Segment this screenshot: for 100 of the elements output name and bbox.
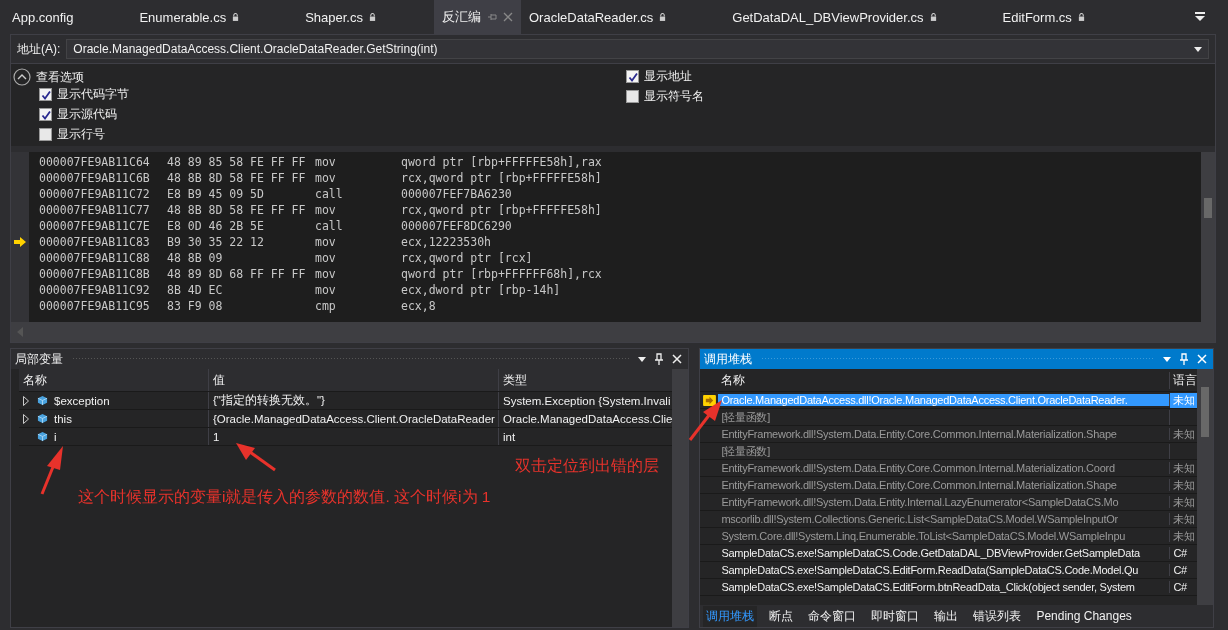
code-address: 000007FE9AB11C64 bbox=[39, 155, 151, 169]
scrollbar[interactable] bbox=[1201, 152, 1215, 322]
stack-frame-row[interactable]: EntityFramework.dll!System.Data.Entity.Core.Common.Internal.Materialization.Shape 未知 bbox=[700, 426, 1198, 443]
code-address: 000007FE9AB11C77 bbox=[39, 203, 151, 217]
code-mnemonic: mov bbox=[315, 155, 337, 169]
code-mnemonic: mov bbox=[315, 235, 337, 249]
code-operands: qword ptr [rbp+FFFFFF68h],rcx bbox=[401, 267, 602, 281]
annotation-text: 双击定位到出错的层 bbox=[515, 456, 659, 476]
annotation-arrow bbox=[236, 443, 276, 472]
document-tab[interactable]: App.config bbox=[4, 0, 82, 34]
variable-name: i bbox=[54, 430, 57, 443]
code-bytes: E8 0D 46 2B 5E bbox=[167, 219, 265, 233]
cube-icon bbox=[37, 413, 48, 424]
tool-window-tab[interactable]: 输出 bbox=[931, 605, 962, 627]
checkbox-label: 显示代码字节 bbox=[57, 86, 129, 103]
expand-icon[interactable] bbox=[23, 395, 29, 406]
column-header[interactable]: 类型 bbox=[499, 369, 673, 391]
code-bytes: 48 8B 8D 58 FE FF FF bbox=[167, 203, 307, 217]
code-bytes: E8 B9 45 09 5D bbox=[167, 187, 265, 201]
code-mnemonic: mov bbox=[315, 251, 337, 265]
checkbox[interactable] bbox=[626, 70, 639, 83]
document-tab[interactable]: OracleDataReader.cs bbox=[521, 0, 675, 34]
code-address: 000007FE9AB11C88 bbox=[39, 251, 151, 265]
dropdown-icon[interactable] bbox=[638, 356, 647, 362]
stack-frame-row[interactable]: EntityFramework.dll!System.Data.Entity.Core.Common.Internal.Materialization.Shape 未知 bbox=[700, 477, 1198, 494]
scrollbar[interactable] bbox=[1197, 369, 1214, 605]
document-tab[interactable]: GetDataDAL_DBViewProvider.cs bbox=[724, 0, 945, 34]
document-tab[interactable]: Enumerable.cs bbox=[131, 0, 248, 34]
table-cell-text: System.Exception {System.Invali bbox=[502, 393, 672, 409]
code-address: 000007FE9AB11C83 bbox=[39, 235, 151, 249]
tool-window-tab[interactable]: 即时窗口 bbox=[868, 605, 923, 627]
checkbox-label: 显示地址 bbox=[644, 68, 692, 85]
table-cell-text: int bbox=[502, 429, 517, 445]
code-bytes: 8B 4D EC bbox=[167, 283, 224, 297]
variable-name: $exception bbox=[54, 394, 110, 407]
code-operands: 000007FEF8DC6290 bbox=[401, 219, 512, 233]
code-bytes: 48 89 85 58 FE FF FF bbox=[167, 155, 307, 169]
code-operands: ecx,dword ptr [rbp-14h] bbox=[401, 283, 561, 297]
address-label: 地址(A): bbox=[17, 40, 61, 58]
collapse-icon[interactable] bbox=[13, 68, 31, 86]
code-operands: ecx,8 bbox=[401, 299, 436, 313]
checkbox[interactable] bbox=[39, 128, 52, 141]
expand-icon[interactable] bbox=[23, 413, 29, 424]
column-header[interactable]: 语言 bbox=[1170, 371, 1198, 389]
code-mnemonic: call bbox=[315, 187, 344, 201]
code-address: 000007FE9AB11C95 bbox=[39, 299, 151, 313]
code-operands: rcx,qword ptr [rbp+FFFFFE58h] bbox=[401, 171, 602, 185]
table-cell-text: Oracle.ManagedDataAccess.Clie bbox=[502, 411, 673, 427]
annotation-arrow bbox=[688, 400, 722, 441]
document-tab[interactable]: EditForm.cs bbox=[994, 0, 1093, 34]
panel-title: 调用堆栈 bbox=[704, 350, 753, 368]
code-operands: ecx,12223530h bbox=[401, 235, 491, 249]
code-address: 000007FE9AB11C8B bbox=[39, 267, 151, 281]
tab-list-icon[interactable] bbox=[1194, 12, 1206, 22]
code-operands: rcx,qword ptr [rcx] bbox=[401, 251, 533, 265]
code-address: 000007FE9AB11C72 bbox=[39, 187, 151, 201]
address-field[interactable]: Oracle.ManagedDataAccess.Client.OracleDataReader.GetString(int) bbox=[66, 39, 1209, 59]
checkbox-label: 显示源代码 bbox=[57, 106, 117, 123]
table-cell: {Oracle.ManagedDataAccess.Client.OracleDataReader bbox=[209, 410, 499, 427]
stack-frame-row[interactable]: SampleDataCS.exe!SampleDataCS.EditForm.btnReadData_Click(object sender, System C# bbox=[700, 579, 1198, 596]
code-mnemonic: mov bbox=[315, 171, 337, 185]
cube-icon bbox=[37, 431, 48, 442]
annotation-text: 这个时候显示的变量i就是传入的参数的数值. 这个时候i为 1 bbox=[78, 487, 491, 507]
checkbox-label: 显示行号 bbox=[57, 126, 105, 143]
tool-window-tab[interactable]: 错误列表 bbox=[970, 605, 1025, 627]
tool-window-tab[interactable]: 调用堆栈 bbox=[703, 605, 758, 627]
code-mnemonic: cmp bbox=[315, 299, 337, 313]
dropdown-icon[interactable] bbox=[1194, 46, 1202, 52]
code-bytes: 48 8B 09 bbox=[167, 251, 224, 265]
code-address: 000007FE9AB11C92 bbox=[39, 283, 151, 297]
stack-frame-row[interactable]: [轻量函数] bbox=[700, 443, 1198, 460]
column-header[interactable]: 名称 bbox=[718, 371, 1171, 389]
code-bytes: B9 30 35 22 12 bbox=[167, 235, 265, 249]
code-bytes: 48 89 8D 68 FF FF FF bbox=[167, 267, 307, 281]
cube-icon bbox=[37, 395, 48, 406]
checkbox[interactable] bbox=[626, 90, 639, 103]
stack-frame-row[interactable]: mscorlib.dll!System.Collections.Generic.List<SampleDataCS.Model.WSampleInputOr 未知 bbox=[700, 511, 1198, 528]
column-header[interactable]: 值 bbox=[209, 369, 499, 391]
code-address: 000007FE9AB11C7E bbox=[39, 219, 151, 233]
stack-frame-row[interactable]: SampleDataCS.exe!SampleDataCS.Code.GetDataDAL_DBViewProvider.GetSampleData C# bbox=[700, 545, 1198, 562]
code-operands: qword ptr [rbp+FFFFFE58h],rax bbox=[401, 155, 602, 169]
code-address: 000007FE9AB11C6B bbox=[39, 171, 151, 185]
options-title: 查看选项 bbox=[36, 68, 84, 86]
document-tab[interactable]: Shaper.cs bbox=[297, 0, 384, 34]
tool-window-tab[interactable]: 断点 bbox=[766, 605, 797, 627]
stack-frame-row[interactable]: System.Core.dll!System.Linq.Enumerable.ToList<SampleDataCS.Model.WSampleInpu 未知 bbox=[700, 528, 1198, 545]
horizontal-scrollbar[interactable] bbox=[11, 322, 1215, 342]
table-cell: {"指定的转换无效。"} bbox=[209, 392, 499, 409]
tool-window-tab[interactable]: 命令窗口 bbox=[805, 605, 860, 627]
code-mnemonic: mov bbox=[315, 203, 337, 217]
stack-frame-row[interactable]: EntityFramework.dll!System.Data.Entity.Core.Common.Internal.Materialization.Coord 未知 bbox=[700, 460, 1198, 477]
checkbox[interactable] bbox=[39, 88, 52, 101]
stack-frame-row[interactable]: SampleDataCS.exe!SampleDataCS.EditForm.ReadData(SampleDataCS.Code.Model.Qu C# bbox=[700, 562, 1198, 579]
column-header[interactable]: 名称 bbox=[19, 369, 209, 391]
stack-frame-row[interactable]: EntityFramework.dll!System.Data.Entity.Internal.LazyEnumerator<SampleDataCS.Mo 未知 bbox=[700, 494, 1198, 511]
code-bytes: 48 8B 8D 58 FE FF FF bbox=[167, 171, 307, 185]
code-mnemonic: mov bbox=[315, 267, 337, 281]
checkbox[interactable] bbox=[39, 108, 52, 121]
scrollbar[interactable] bbox=[672, 369, 689, 627]
tool-window-tab[interactable]: Pending Changes bbox=[1033, 607, 1135, 625]
